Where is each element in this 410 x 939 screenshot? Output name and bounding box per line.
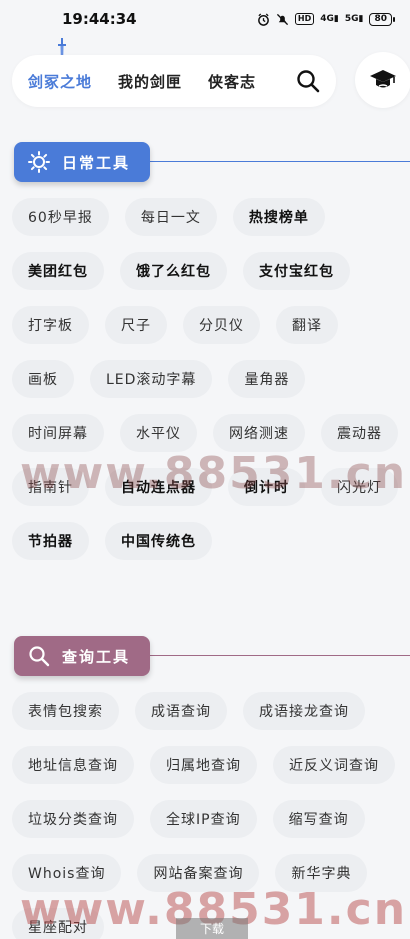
download-label[interactable]: 下载: [176, 918, 248, 939]
tool-chip[interactable]: 水平仪: [120, 414, 197, 452]
status-time: 19:44:34: [62, 10, 137, 28]
tool-chip[interactable]: 成语接龙查询: [243, 692, 365, 730]
tool-chip[interactable]: 60秒早报: [12, 198, 109, 236]
tool-chip[interactable]: 震动器: [321, 414, 398, 452]
tool-chip[interactable]: 美团红包: [12, 252, 104, 290]
signal-4g: 4G▮: [320, 14, 339, 24]
tool-chip[interactable]: 热搜榜单: [232, 198, 325, 236]
profile-button[interactable]: [355, 52, 410, 108]
tool-chip[interactable]: 自动连点器: [105, 468, 212, 506]
tool-chip[interactable]: Whois查询: [12, 854, 122, 892]
tool-chip[interactable]: 节拍器: [12, 522, 89, 560]
tool-chip[interactable]: 翻译: [276, 306, 338, 344]
battery-indicator: 80: [369, 12, 395, 26]
tool-chip[interactable]: 画板: [12, 360, 74, 398]
tool-chip[interactable]: 网站备案查询: [137, 854, 260, 892]
tab-xiake-records[interactable]: 侠客志: [208, 71, 256, 92]
tool-chip[interactable]: 量角器: [228, 360, 306, 398]
status-bar: 19:44:34 HD 4G▮ 5G▮ 80: [0, 0, 410, 38]
alarm-icon: [258, 12, 269, 26]
tool-chip[interactable]: 打字板: [12, 306, 89, 344]
tool-chip[interactable]: 全球IP查询: [150, 800, 257, 838]
section-title: 查询工具: [62, 647, 131, 666]
tool-chip[interactable]: 时间屏幕: [12, 414, 104, 452]
search-icon: [29, 646, 50, 667]
tool-chip[interactable]: 新华字典: [275, 854, 368, 892]
tool-chip[interactable]: LED滚动字幕: [90, 360, 213, 398]
tool-chip[interactable]: 地址信息查询: [12, 746, 134, 784]
hd-badge: HD: [294, 13, 315, 25]
signal-5g: 5G▮: [344, 14, 364, 24]
graduation-cap-icon: [370, 70, 396, 88]
search-icon[interactable]: [296, 69, 320, 93]
tool-chip[interactable]: 每日一文: [124, 198, 217, 236]
status-icons: HD 4G▮ 5G▮ 80: [257, 12, 395, 26]
tool-chip[interactable]: 星座配对: [12, 908, 104, 939]
section-header-query-tools: 查询工具: [14, 636, 150, 676]
section-header-daily-tools: 日常工具: [14, 142, 150, 182]
tool-chip[interactable]: 分贝仪: [183, 306, 260, 344]
section-divider: [140, 655, 410, 656]
tool-chip[interactable]: 闪光灯: [321, 468, 398, 506]
tool-chip[interactable]: 饿了么红包: [120, 252, 227, 290]
daily-tools-list: 60秒早报 每日一文 热搜榜单 美团红包 饿了么红包 支付宝红包 打字板 尺子 …: [12, 198, 402, 560]
tool-chip[interactable]: 支付宝红包: [243, 252, 350, 290]
tool-chip[interactable]: 尺子: [105, 306, 167, 344]
tab-my-sword-box[interactable]: 我的剑匣: [118, 71, 182, 92]
tool-chip[interactable]: 垃圾分类查询: [12, 800, 134, 838]
tool-chip[interactable]: 倒计时: [228, 468, 305, 506]
tool-chip[interactable]: 中国传统色: [105, 522, 212, 560]
query-tools-list: 表情包搜索 成语查询 成语接龙查询 地址信息查询 归属地查询 近反义词查询 垃圾…: [12, 692, 402, 939]
tab-sword-land[interactable]: 剑冢之地: [28, 71, 92, 92]
tool-chip[interactable]: 归属地查询: [150, 746, 257, 784]
tool-chip[interactable]: 网络测速: [213, 414, 305, 452]
section-divider: [140, 161, 410, 162]
sun-icon: [28, 151, 50, 173]
tool-chip[interactable]: 近反义词查询: [273, 746, 395, 784]
tool-chip[interactable]: 指南针: [12, 468, 89, 506]
tool-chip[interactable]: 缩写查询: [272, 800, 365, 838]
tool-chip[interactable]: 表情包搜索: [12, 692, 119, 730]
section-title: 日常工具: [62, 153, 131, 172]
top-nav: 剑冢之地 我的剑匣 侠客志: [12, 55, 336, 107]
tool-chip[interactable]: 成语查询: [135, 692, 227, 730]
mute-icon: [276, 13, 288, 25]
